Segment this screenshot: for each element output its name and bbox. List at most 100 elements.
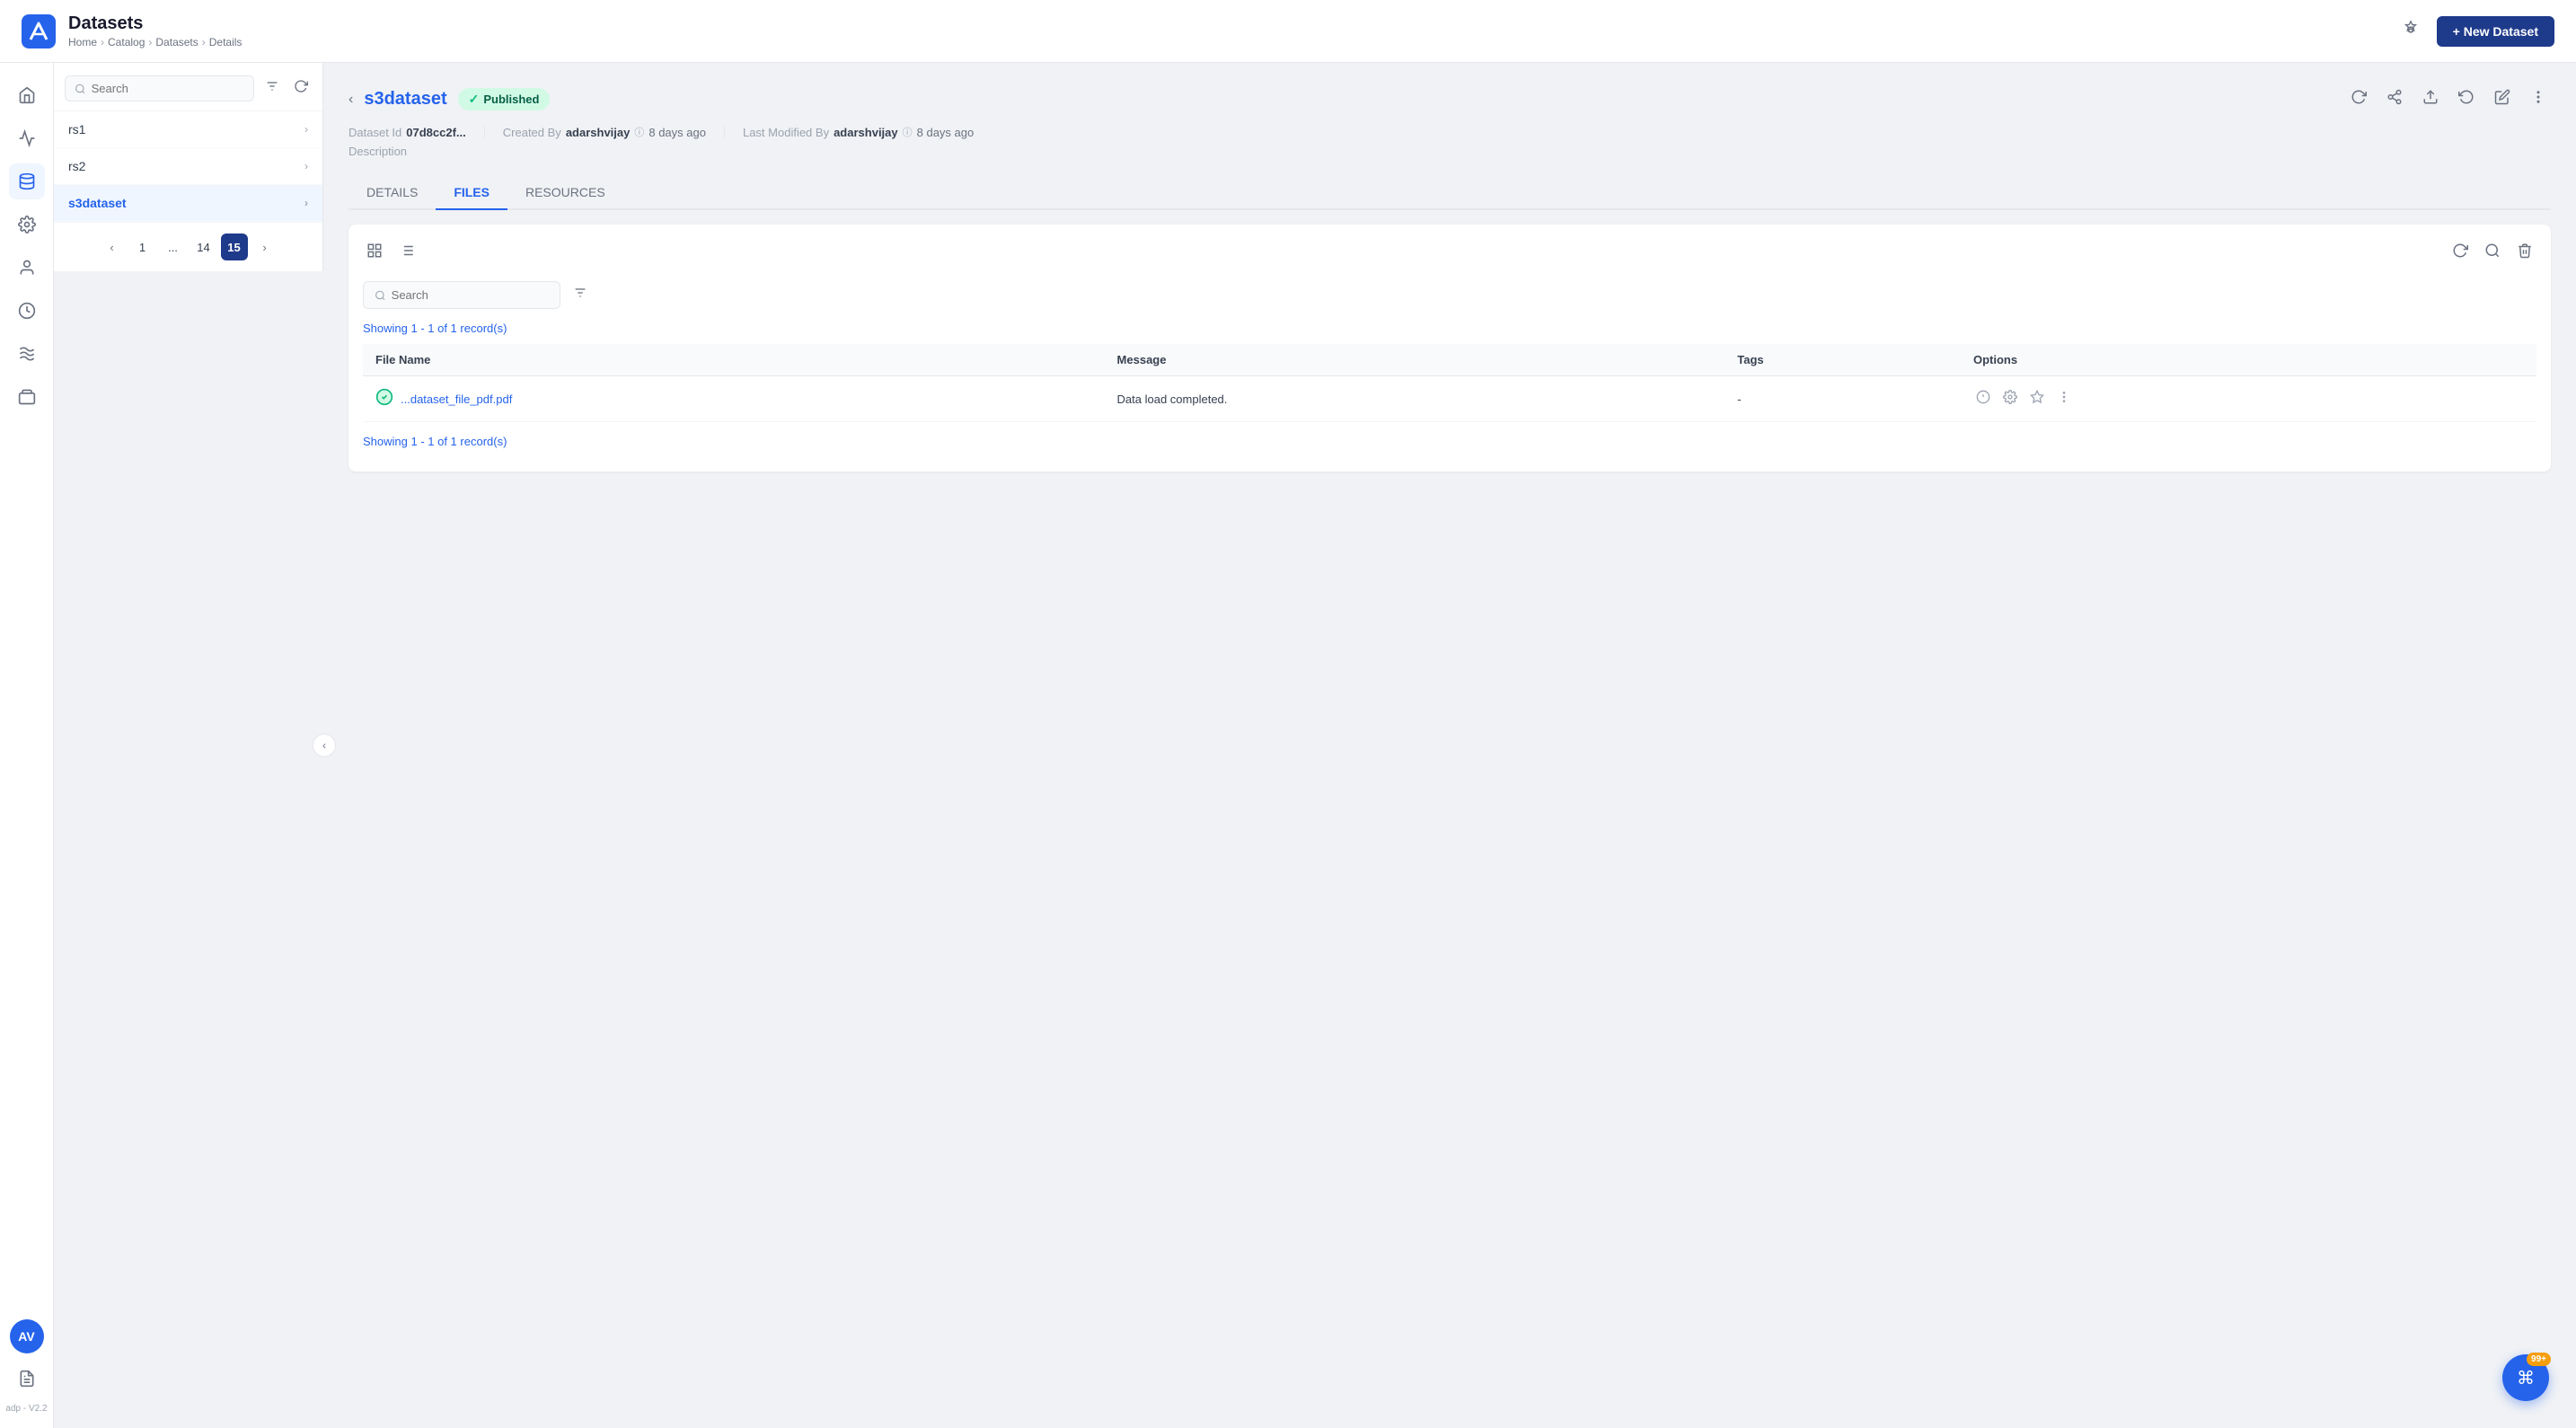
- nav-bottom: AV adp - V2.2: [5, 1319, 47, 1414]
- notification-icon: ⌘: [2517, 1367, 2535, 1389]
- meta-created-section: Created By adarshvijay ⓘ 8 days ago: [503, 125, 725, 139]
- meta-modified-label: Last Modified By: [743, 126, 829, 139]
- sidebar-wrapper: rs1 › rs2 › s3dataset › ‹ 1 ... 14 15 ›: [54, 63, 323, 1428]
- col-file-name: File Name: [363, 344, 1105, 376]
- sidebar-item-s3dataset[interactable]: s3dataset ›: [54, 185, 322, 222]
- nav-analytics-button[interactable]: [9, 120, 45, 156]
- col-tags: Tags: [1725, 344, 1961, 376]
- edit-dataset-button[interactable]: [2490, 84, 2515, 114]
- files-search-input[interactable]: [392, 288, 549, 302]
- list-view-button[interactable]: [395, 239, 419, 267]
- sidebar-filter-icon[interactable]: [261, 75, 283, 101]
- share-dataset-button[interactable]: [2382, 84, 2407, 114]
- nav-datasets-button[interactable]: [9, 163, 45, 199]
- files-filter-button[interactable]: [569, 282, 591, 308]
- meta-created-ago: 8 days ago: [648, 126, 706, 139]
- files-search-input-wrap[interactable]: [363, 281, 560, 309]
- dataset-name-row: ‹ s3dataset ✓ Published: [348, 88, 550, 110]
- more-options-button[interactable]: [2526, 84, 2551, 114]
- user-avatar-button[interactable]: AV: [10, 1319, 44, 1353]
- version-text: adp - V2.2: [5, 1404, 47, 1414]
- table-header-row: File Name Message Tags Options: [363, 344, 2536, 376]
- search-files-button[interactable]: [2481, 239, 2504, 267]
- sidebar-item-rs1[interactable]: rs1 ›: [54, 111, 322, 148]
- sidebar-search-input-wrap[interactable]: [65, 75, 254, 101]
- records-count-bottom[interactable]: Showing 1 - 1 of 1 record(s): [363, 435, 2536, 448]
- files-toolbar-right: [2448, 239, 2536, 267]
- sidebar-collapse-button[interactable]: ‹: [313, 734, 336, 757]
- nav-users-button[interactable]: [9, 250, 45, 286]
- nav-docs-button[interactable]: [9, 1361, 45, 1397]
- meta-created-info-icon: ⓘ: [634, 125, 644, 139]
- table-row: ...dataset_file_pdf.pdf Data load comple…: [363, 376, 2536, 422]
- history-dataset-button[interactable]: [2454, 84, 2479, 114]
- published-badge: ✓ Published: [458, 88, 551, 110]
- meta-id-section: Dataset Id 07d8cc2f...: [348, 126, 485, 139]
- sidebar-item-label-rs2: rs2: [68, 159, 85, 173]
- nav-streams-button[interactable]: [9, 336, 45, 372]
- files-panel: Showing 1 - 1 of 1 record(s) File Name M…: [348, 225, 2551, 472]
- sidebar-search-input[interactable]: [92, 82, 244, 95]
- breadcrumb-catalog[interactable]: Catalog: [108, 36, 145, 48]
- file-name-inner: ...dataset_file_pdf.pdf: [375, 388, 1092, 410]
- nav-settings-button[interactable]: [9, 207, 45, 242]
- meta-id-value: 07d8cc2f...: [406, 126, 466, 139]
- file-info-button[interactable]: [1973, 387, 1993, 410]
- notification-badge[interactable]: 99+ ⌘: [2502, 1354, 2549, 1401]
- breadcrumb-details: Details: [209, 36, 243, 48]
- sidebar-item-label-rs1: rs1: [68, 122, 85, 137]
- new-dataset-button[interactable]: + New Dataset: [2437, 16, 2554, 47]
- sidebar-pagination: ‹ 1 ... 14 15 ›: [54, 222, 322, 271]
- back-arrow[interactable]: ‹: [348, 92, 353, 108]
- meta-created-label: Created By: [503, 126, 561, 139]
- nav-storage-button[interactable]: [9, 379, 45, 415]
- file-name-link[interactable]: ...dataset_file_pdf.pdf: [401, 392, 512, 406]
- tab-files[interactable]: FILES: [436, 176, 507, 210]
- page-title: Datasets: [68, 13, 242, 34]
- header-right: + New Dataset: [2395, 14, 2554, 48]
- file-options-inner: [1973, 387, 2524, 410]
- grid-view-button[interactable]: [363, 239, 386, 267]
- nav-monitoring-button[interactable]: [9, 293, 45, 329]
- left-nav: AV adp - V2.2: [0, 63, 54, 1428]
- upload-dataset-button[interactable]: [2418, 84, 2443, 114]
- dataset-description: Description: [348, 145, 2551, 158]
- refresh-files-button[interactable]: [2448, 239, 2472, 267]
- sidebar-item-chevron-s3dataset: ›: [304, 197, 308, 209]
- sidebar-item-rs2[interactable]: rs2 ›: [54, 148, 322, 185]
- breadcrumb-datasets[interactable]: Datasets: [155, 36, 198, 48]
- delete-files-button[interactable]: [2513, 239, 2536, 267]
- pagination-ellipsis: ...: [160, 234, 187, 260]
- file-options-cell: [1961, 376, 2536, 422]
- records-count-top[interactable]: Showing 1 - 1 of 1 record(s): [363, 322, 2536, 335]
- pagination-page-14[interactable]: 14: [190, 234, 217, 260]
- tab-resources[interactable]: RESOURCES: [507, 176, 623, 210]
- refresh-dataset-button[interactable]: [2346, 84, 2371, 114]
- file-more-button[interactable]: [2054, 387, 2074, 410]
- sidebar-refresh-icon[interactable]: [290, 75, 312, 101]
- file-settings-button[interactable]: [2000, 387, 2020, 410]
- col-message: Message: [1105, 344, 1725, 376]
- pagination-next-button[interactable]: ›: [251, 234, 278, 260]
- files-table: File Name Message Tags Options: [363, 344, 2536, 422]
- meta-modified-ago: 8 days ago: [917, 126, 975, 139]
- sidebar: rs1 › rs2 › s3dataset › ‹ 1 ... 14 15 ›: [54, 63, 323, 271]
- meta-modified-info-icon: ⓘ: [903, 125, 913, 139]
- tab-details[interactable]: DETAILS: [348, 176, 436, 210]
- breadcrumb-home[interactable]: Home: [68, 36, 97, 48]
- nav-home-button[interactable]: [9, 77, 45, 113]
- meta-modified-by: adarshvijay: [834, 126, 898, 139]
- file-tags-cell: -: [1725, 376, 1961, 422]
- sidebar-search-icon: [75, 83, 86, 95]
- file-star-button[interactable]: [2027, 387, 2047, 410]
- meta-modified-section: Last Modified By adarshvijay ⓘ 8 days ag…: [743, 125, 992, 139]
- sidebar-search-bar: [54, 63, 322, 111]
- meta-created-by: adarshvijay: [566, 126, 631, 139]
- pagination-page-1[interactable]: 1: [129, 234, 156, 260]
- sidebar-item-chevron-rs1: ›: [304, 123, 308, 136]
- file-message-cell: Data load completed.: [1105, 376, 1725, 422]
- notification-count: 99+: [2527, 1353, 2551, 1366]
- pagination-prev-button[interactable]: ‹: [99, 234, 126, 260]
- header-settings-button[interactable]: [2395, 14, 2426, 48]
- pagination-page-15[interactable]: 15: [221, 234, 248, 260]
